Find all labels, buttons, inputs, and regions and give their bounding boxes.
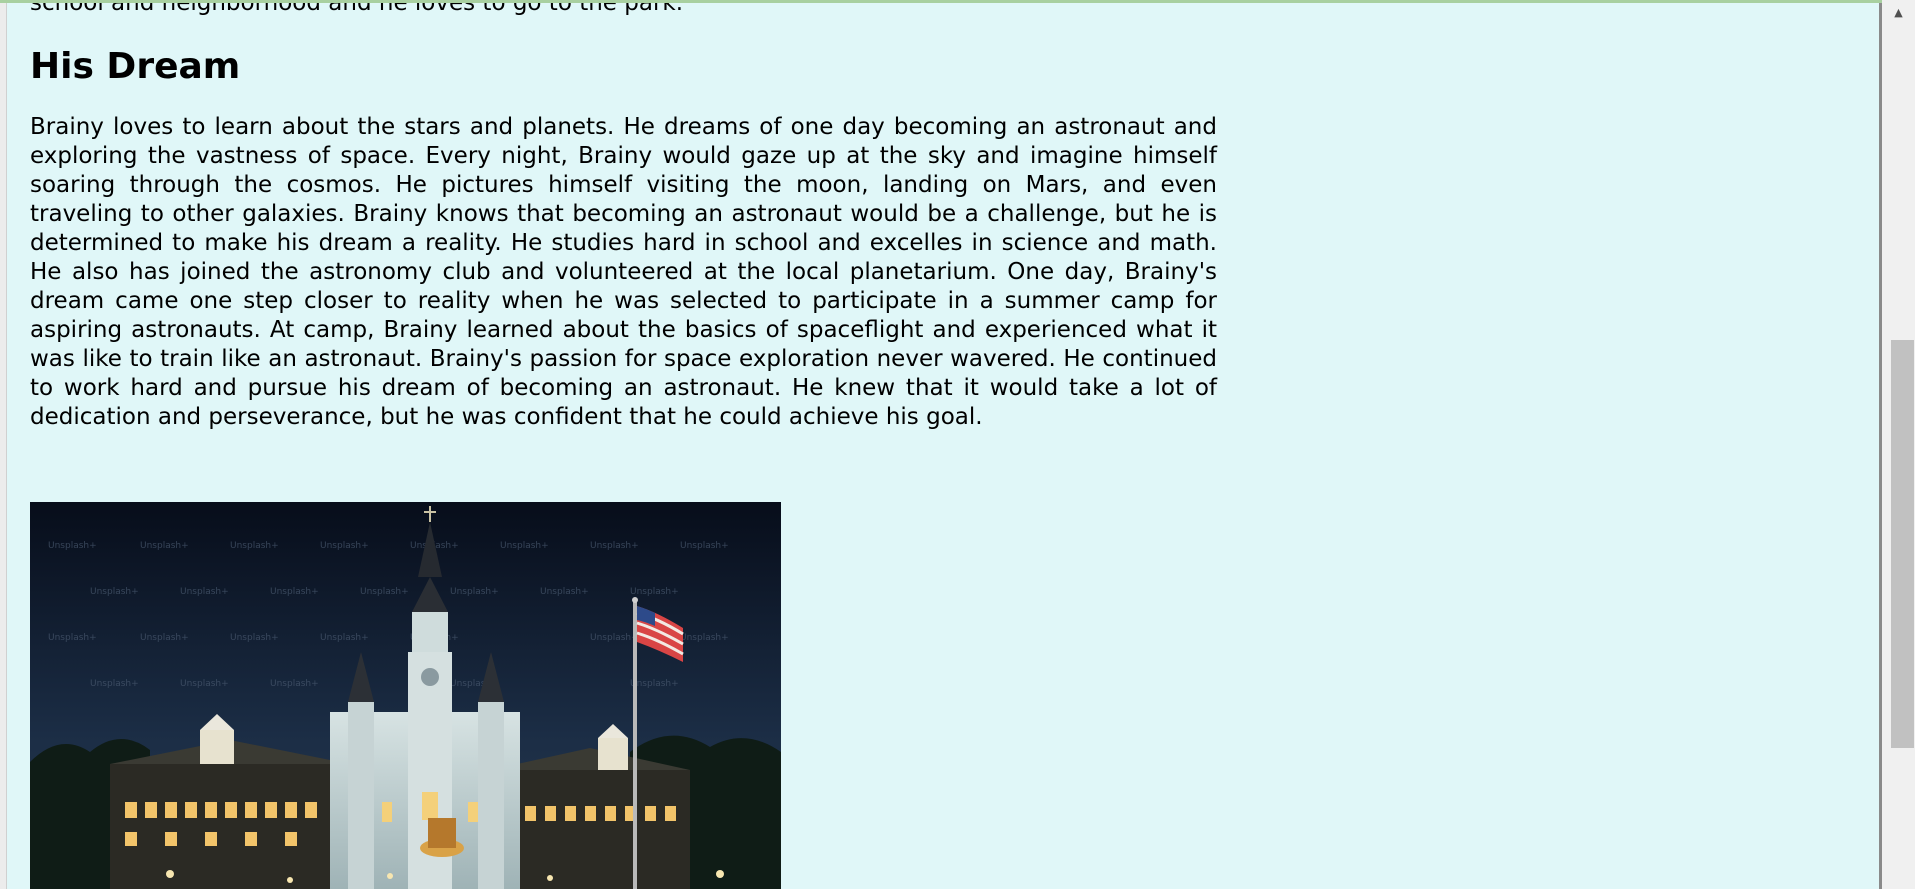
svg-text:Unsplash+: Unsplash+ (48, 633, 97, 643)
section-heading: His Dream (30, 46, 241, 87)
scroll-up-button[interactable]: ▲ (1882, 0, 1915, 24)
svg-text:Unsplash+: Unsplash+ (540, 587, 589, 597)
window-left-border (0, 3, 7, 889)
svg-text:Unsplash+: Unsplash+ (630, 679, 679, 689)
vertical-scrollbar[interactable]: ▲ (1882, 0, 1915, 889)
svg-text:Unsplash+: Unsplash+ (270, 679, 319, 689)
svg-text:Unsplash+: Unsplash+ (180, 587, 229, 597)
svg-text:Unsplash+: Unsplash+ (270, 587, 319, 597)
svg-text:Unsplash+: Unsplash+ (590, 541, 639, 551)
svg-text:Unsplash+: Unsplash+ (180, 679, 229, 689)
section-paragraph: Brainy loves to learn about the stars an… (30, 114, 1217, 430)
svg-text:Unsplash+: Unsplash+ (320, 541, 369, 551)
scrollbar-thumb[interactable] (1891, 340, 1914, 748)
watermark-text: Unsplash+ (48, 541, 97, 551)
svg-text:Unsplash+: Unsplash+ (590, 633, 639, 643)
svg-text:Unsplash+: Unsplash+ (450, 587, 499, 597)
svg-text:Unsplash+: Unsplash+ (140, 541, 189, 551)
svg-text:Unsplash+: Unsplash+ (90, 587, 139, 597)
svg-text:Unsplash+: Unsplash+ (140, 633, 189, 643)
svg-text:Unsplash+: Unsplash+ (360, 587, 409, 597)
cathedral-photo: Unsplash+ Unsplash+ Unsplash+ Unsplash+ … (30, 502, 781, 889)
article-content: school and neighborhood and he loves to … (30, 3, 1217, 432)
previous-paragraph-tail: school and neighborhood and he loves to … (30, 3, 684, 16)
svg-text:Unsplash+: Unsplash+ (680, 633, 729, 643)
svg-text:Unsplash+: Unsplash+ (230, 633, 279, 643)
svg-text:Unsplash+: Unsplash+ (680, 541, 729, 551)
chevron-up-icon: ▲ (1894, 5, 1903, 19)
svg-text:Unsplash+: Unsplash+ (630, 587, 679, 597)
svg-text:Unsplash+: Unsplash+ (320, 633, 369, 643)
page-viewport: school and neighborhood and he loves to … (7, 3, 1879, 889)
svg-text:Unsplash+: Unsplash+ (90, 679, 139, 689)
svg-text:Unsplash+: Unsplash+ (500, 541, 549, 551)
svg-text:Unsplash+: Unsplash+ (230, 541, 279, 551)
cathedral-photo-graphic: Unsplash+ Unsplash+ Unsplash+ Unsplash+ … (30, 502, 781, 889)
